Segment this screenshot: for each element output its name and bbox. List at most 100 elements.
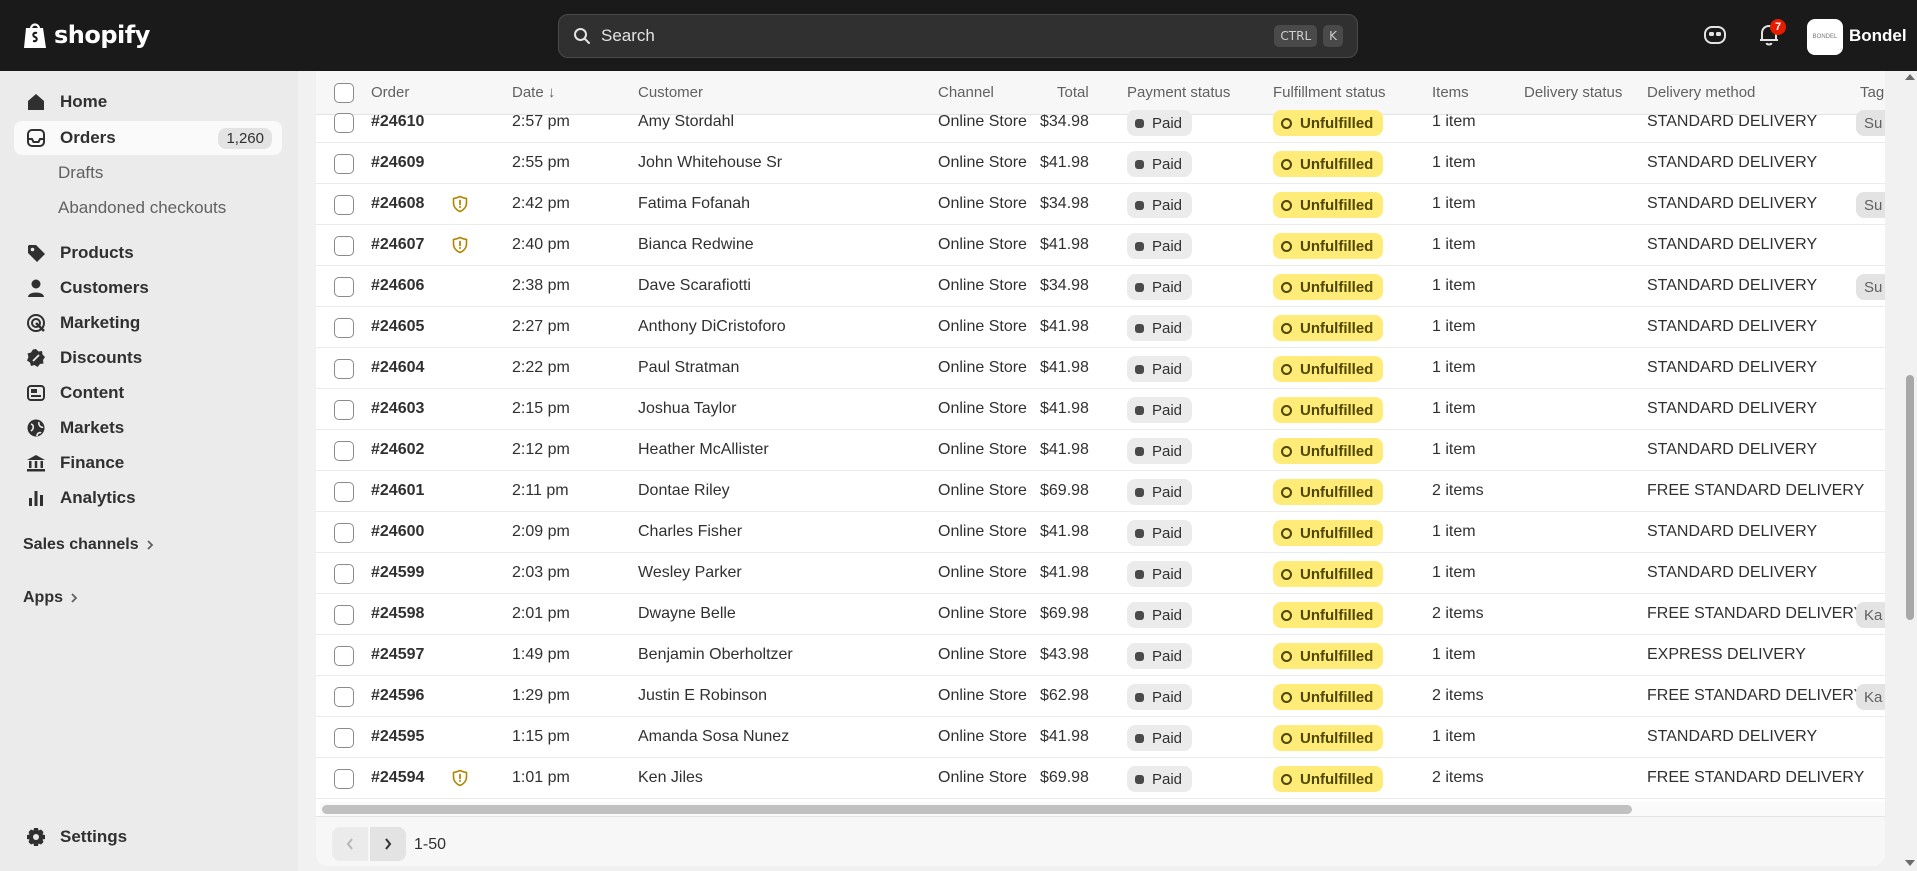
items-count[interactable]: 1 item [1432,236,1476,254]
next-page-button[interactable] [370,827,406,861]
row-checkbox[interactable] [334,523,354,543]
items-count[interactable]: 2 items [1432,687,1484,705]
items-count[interactable]: 2 items [1432,482,1484,500]
table-row[interactable]: #24605 2:27 pm Anthony DiCristoforo Online … [316,307,1885,348]
order-number[interactable]: #24601 [371,482,424,500]
row-checkbox[interactable] [334,769,354,789]
search-bar[interactable]: Search CTRL K [558,14,1358,58]
order-number[interactable]: #24599 [371,564,424,582]
horizontal-scroll-thumb[interactable] [322,805,1632,814]
order-number[interactable]: #24609 [371,154,424,172]
table-row[interactable]: #24597 1:49 pm Benjamin Oberholtzer Online … [316,635,1885,676]
sidebar-item-customers[interactable]: Customers [14,271,282,305]
row-checkbox[interactable] [334,728,354,748]
sidebar-item-markets[interactable]: Markets [14,411,282,445]
sidebar-item-drafts[interactable]: Drafts [58,163,103,183]
row-checkbox[interactable] [334,482,354,502]
row-checkbox[interactable] [334,646,354,666]
table-row[interactable]: #24596 1:29 pm Justin E Robinson Online Sto… [316,676,1885,717]
table-row[interactable]: #24606 2:38 pm Dave Scarafiotti Online Stor… [316,266,1885,307]
items-count[interactable]: 1 item [1432,728,1476,746]
previous-page-button[interactable] [332,827,368,861]
items-count[interactable]: 1 item [1432,646,1476,664]
items-count[interactable]: 1 item [1432,400,1476,418]
sidebar-item-content[interactable]: Content [14,376,282,410]
store-name[interactable]: Bondel [1849,26,1907,46]
items-count[interactable]: 1 item [1432,564,1476,582]
row-checkbox[interactable] [334,359,354,379]
row-checkbox[interactable] [334,564,354,584]
shopify-logo[interactable]: shopify [22,20,150,50]
header-tag[interactable]: Tag [1860,84,1884,101]
sidekick-icon[interactable] [1702,22,1728,48]
table-row[interactable]: #24600 2:09 pm Charles Fisher Online Store $… [316,512,1885,553]
apps-link[interactable]: Apps [23,589,79,607]
order-number[interactable]: #24606 [371,277,424,295]
order-number[interactable]: #24597 [371,646,424,664]
header-total[interactable]: Total [1057,84,1089,101]
warning-shield-icon[interactable] [451,236,469,254]
items-count[interactable]: 2 items [1432,605,1484,623]
scroll-up-arrow[interactable] [1905,74,1915,80]
table-row[interactable]: #24610 2:57 pm Amy Stordahl Online Store $34… [316,102,1885,143]
row-checkbox[interactable] [334,441,354,461]
row-checkbox[interactable] [334,318,354,338]
table-row[interactable]: #24608 2:42 pm Fatima Fofanah Online Store $… [316,184,1885,225]
header-date[interactable]: Date ↓ [512,84,555,101]
sidebar-item-abandoned-checkouts[interactable]: Abandoned checkouts [58,198,226,218]
sidebar-item-marketing[interactable]: Marketing [14,306,282,340]
scroll-down-arrow[interactable] [1905,860,1915,866]
row-checkbox[interactable] [334,277,354,297]
header-order[interactable]: Order [371,84,409,101]
row-checkbox[interactable] [334,195,354,215]
order-number[interactable]: #24603 [371,400,424,418]
header-customer[interactable]: Customer [638,84,703,101]
items-count[interactable]: 1 item [1432,441,1476,459]
table-row[interactable]: #24595 1:15 pm Amanda Sosa Nunez Online Sto… [316,717,1885,758]
row-checkbox[interactable] [334,236,354,256]
select-all-checkbox[interactable] [334,83,354,103]
sidebar-item-orders[interactable]: Orders 1,260 [14,121,282,155]
row-checkbox[interactable] [334,400,354,420]
header-delivery-status[interactable]: Delivery status [1524,84,1622,101]
header-fulfillment-status[interactable]: Fulfillment status [1273,84,1386,101]
items-count[interactable]: 1 item [1432,359,1476,377]
order-number[interactable]: #24595 [371,728,424,746]
store-avatar[interactable]: BONDEL [1807,19,1843,55]
table-row[interactable]: #24601 2:11 pm Dontae Riley Online Store $69… [316,471,1885,512]
order-number[interactable]: #24605 [371,318,424,336]
order-number[interactable]: #24610 [371,113,424,131]
items-count[interactable]: 1 item [1432,523,1476,541]
header-payment-status[interactable]: Payment status [1127,84,1230,101]
table-row[interactable]: #24603 2:15 pm Joshua Taylor Online Store $4… [316,389,1885,430]
sidebar-item-settings[interactable]: Settings [14,820,282,854]
order-number[interactable]: #24600 [371,523,424,541]
order-number[interactable]: #24602 [371,441,424,459]
sales-channels-link[interactable]: Sales channels [23,536,155,554]
items-count[interactable]: 1 item [1432,195,1476,213]
items-count[interactable]: 1 item [1432,318,1476,336]
order-number[interactable]: #24594 [371,769,424,787]
table-row[interactable]: #24609 2:55 pm John Whitehouse Sr Online St… [316,143,1885,184]
row-checkbox[interactable] [334,605,354,625]
vertical-scroll-thumb[interactable] [1906,375,1914,620]
table-row[interactable]: #24594 1:01 pm Ken Jiles Online Store $69.98… [316,758,1885,799]
items-count[interactable]: 2 items [1432,769,1484,787]
table-row[interactable]: #24599 2:03 pm Wesley Parker Online Store $4… [316,553,1885,594]
warning-shield-icon[interactable] [451,769,469,787]
sidebar-item-products[interactable]: Products [14,236,282,270]
row-checkbox[interactable] [334,113,354,133]
header-delivery-method[interactable]: Delivery method [1647,84,1755,101]
order-number[interactable]: #24596 [371,687,424,705]
order-number[interactable]: #24604 [371,359,424,377]
table-row[interactable]: #24604 2:22 pm Paul Stratman Online Store $4… [316,348,1885,389]
order-number[interactable]: #24607 [371,236,424,254]
table-row[interactable]: #24602 2:12 pm Heather McAllister Online St… [316,430,1885,471]
sidebar-item-home[interactable]: Home [14,85,282,119]
items-count[interactable]: 1 item [1432,277,1476,295]
table-row[interactable]: #24598 2:01 pm Dwayne Belle Online Store $69… [316,594,1885,635]
sidebar-item-discounts[interactable]: Discounts [14,341,282,375]
items-count[interactable]: 1 item [1432,154,1476,172]
row-checkbox[interactable] [334,687,354,707]
sidebar-item-finance[interactable]: Finance [14,446,282,480]
